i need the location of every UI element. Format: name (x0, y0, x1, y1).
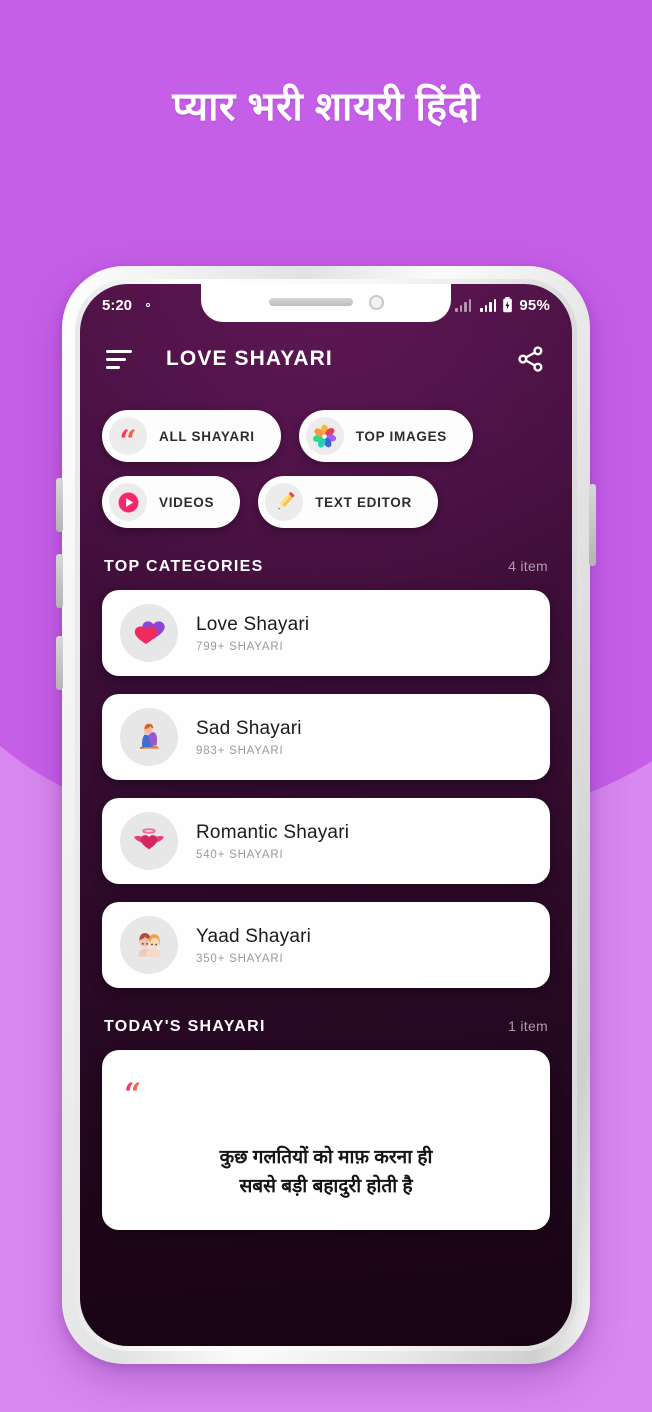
gear-icon (145, 302, 151, 308)
todays-shayari-card[interactable]: “ कुछ गलतियों को माफ़ करना ही सबसे बड़ी … (102, 1050, 550, 1230)
volume-up-button[interactable] (56, 478, 63, 532)
status-time: 5:20 (102, 296, 133, 314)
winged-heart-icon (120, 812, 178, 870)
top-categories-header: TOP CATEGORIES 4 item (104, 558, 548, 576)
category-count: 540+ SHAYARI (196, 848, 284, 861)
pencil-icon (265, 483, 304, 521)
photos-flower-icon (305, 417, 344, 455)
app-content: “ ALL SHAYARI TOP IMAGES VIDEOS TEXT EDI… (80, 392, 572, 1230)
section-title: TOP CATEGORIES (104, 558, 264, 575)
volume-down-button[interactable] (56, 554, 63, 608)
category-name: Yaad Shayari (196, 925, 312, 947)
page-title: प्यार भरी शायरी हिंदी (172, 85, 480, 129)
chip-label: ALL SHAYARI (159, 428, 255, 444)
play-circle-icon (109, 483, 147, 521)
battery-icon (503, 297, 513, 313)
todays-shayari-header: TODAY'S SHAYARI 1 item (104, 1018, 548, 1036)
power-button[interactable] (589, 484, 596, 566)
category-card-yaad[interactable]: Yaad Shayari 350+ SHAYARI (102, 902, 550, 988)
category-card-romantic[interactable]: Romantic Shayari 540+ SHAYARI (102, 798, 550, 884)
phone-mockup: 5:20 95% LOVE SHAYARI “ ALL SHAYARI TOP … (56, 266, 596, 1364)
chip-videos[interactable]: VIDEOS (102, 476, 241, 528)
battery-percent: 95% (519, 296, 550, 314)
shayari-line-1: कुछ गलतियों को माफ़ करना ही (219, 1147, 433, 1168)
quote-icon: “ (124, 1070, 141, 1110)
status-indicators: 95% (455, 297, 550, 314)
app-title: LOVE SHAYARI (166, 347, 333, 370)
app-bar: LOVE SHAYARI (80, 326, 572, 392)
sad-person-icon (120, 708, 178, 766)
share-icon[interactable] (516, 344, 546, 374)
hamburger-menu-icon[interactable] (106, 349, 132, 369)
quote-icon: “ (109, 417, 147, 456)
chip-label: TOP IMAGES (355, 428, 448, 444)
shayari-line-2: सबसे बड़ी बहादुरी होती है (239, 1176, 413, 1198)
chip-text-editor[interactable]: TEXT EDITOR (258, 476, 438, 528)
section-count: 4 item (508, 558, 548, 574)
category-count: 983+ SHAYARI (196, 744, 284, 757)
chip-all-shayari[interactable]: “ ALL SHAYARI (102, 410, 281, 462)
section-count: 1 item (508, 1018, 548, 1034)
mute-button[interactable] (56, 636, 63, 690)
chip-label: VIDEOS (159, 494, 215, 510)
category-name: Sad Shayari (196, 717, 302, 739)
signal-bars-secondary-icon (455, 298, 472, 312)
two-hearts-icon (120, 604, 178, 662)
chip-label: TEXT EDITOR (315, 494, 412, 510)
category-name: Love Shayari (196, 613, 310, 635)
quick-actions: “ ALL SHAYARI TOP IMAGES VIDEOS TEXT EDI… (102, 410, 550, 528)
category-card-love[interactable]: Love Shayari 799+ SHAYARI (102, 590, 550, 676)
status-bar: 5:20 95% (80, 284, 572, 326)
phone-bezel: 5:20 95% LOVE SHAYARI “ ALL SHAYARI TOP … (75, 279, 577, 1351)
section-title: TODAY'S SHAYARI (104, 1018, 266, 1035)
signal-bars-icon (480, 298, 497, 312)
couple-hug-icon (120, 916, 178, 974)
phone-screen: 5:20 95% LOVE SHAYARI “ ALL SHAYARI TOP … (80, 284, 572, 1346)
chip-top-images[interactable]: TOP IMAGES (298, 410, 474, 462)
category-count: 350+ SHAYARI (196, 952, 284, 965)
category-count: 799+ SHAYARI (196, 640, 284, 653)
category-name: Romantic Shayari (196, 821, 350, 843)
shayari-text: कुछ गलतियों को माफ़ करना ही सबसे बड़ी बह… (124, 1143, 528, 1202)
category-card-sad[interactable]: Sad Shayari 983+ SHAYARI (102, 694, 550, 780)
